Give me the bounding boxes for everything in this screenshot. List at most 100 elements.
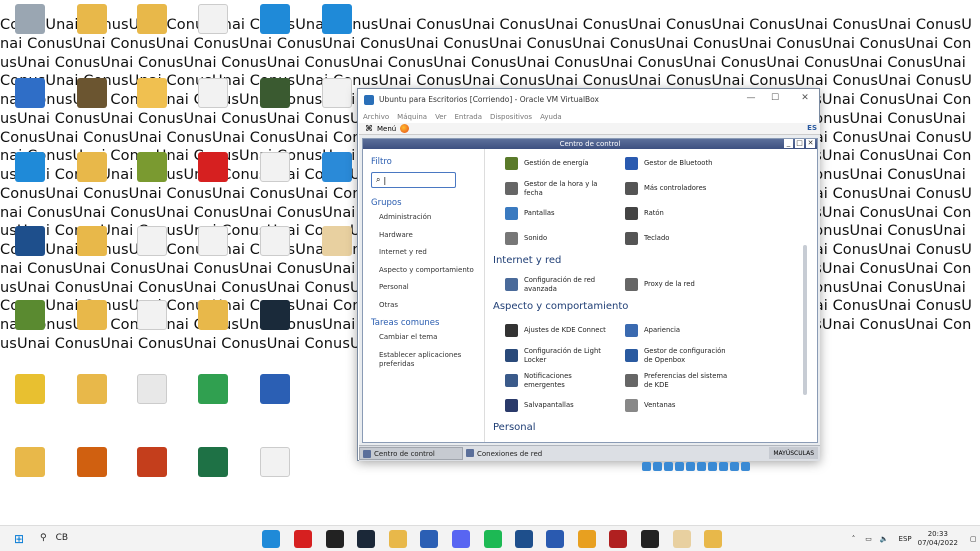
window-titlebar[interactable]: Ubuntu para Escritorios [Corriendo] - Or… [358, 89, 819, 110]
virtualbox-icon[interactable] [515, 530, 533, 548]
control-center-window[interactable]: Centro de control _ □ ✕ Filtro ⌕ | Grupo… [362, 138, 818, 443]
hardware-item[interactable]: Gestor de Bluetooth [625, 151, 745, 176]
desktop-shortcut[interactable] [245, 4, 305, 56]
desktop-shortcut[interactable] [245, 374, 305, 426]
desktop-shortcut[interactable] [122, 152, 182, 204]
display-status-icon[interactable] [708, 461, 717, 471]
group-otras[interactable]: Otras [379, 301, 476, 310]
internet-item[interactable]: Proxy de la red [625, 272, 745, 297]
desktop-shortcut[interactable] [62, 4, 122, 56]
firefox-icon[interactable] [400, 124, 410, 133]
group-internet[interactable]: Internet y red [379, 248, 476, 257]
desktop-shortcut[interactable] [245, 152, 305, 204]
desktop-shortcut[interactable] [62, 152, 122, 204]
taskbar-search[interactable]: ⚲ CB [40, 533, 68, 543]
desktop-shortcut[interactable] [122, 300, 182, 352]
minimize-button[interactable]: — [740, 93, 762, 103]
guest-screen[interactable]: ⌘ Menú ES Centro de control _ □ ✕ Filtro… [359, 123, 820, 461]
hardware-item[interactable]: Ratón [625, 201, 745, 226]
group-administracion[interactable]: Administración [379, 213, 476, 222]
menu-dispositivos[interactable]: Dispositivos [490, 113, 532, 121]
desktop-shortcut[interactable] [183, 374, 243, 426]
desktop-shortcut[interactable] [62, 300, 122, 352]
content-scrollbar[interactable] [803, 245, 807, 395]
desktop-shortcut[interactable] [0, 4, 60, 56]
guest-task-network[interactable]: Conexiones de red [463, 447, 608, 460]
desktop-shortcut[interactable] [183, 447, 243, 499]
desktop-shortcut[interactable] [183, 226, 243, 278]
word-icon[interactable] [420, 530, 438, 548]
task-change-theme[interactable]: Cambiar el tema [379, 333, 476, 342]
camera-icon[interactable] [546, 530, 564, 548]
close-button[interactable]: ✕ [794, 93, 816, 103]
volume-icon[interactable]: 🔈 [880, 535, 889, 543]
desktop-shortcut[interactable] [0, 78, 60, 130]
optical-status-icon[interactable] [653, 461, 662, 471]
aspect-item[interactable]: Apariencia [625, 318, 745, 343]
menu-icon[interactable]: ⌘ [365, 124, 373, 133]
desktop-shortcut[interactable] [0, 447, 60, 499]
hardware-item[interactable]: Más controladores [625, 176, 745, 201]
notification-icon[interactable]: ▢ [970, 535, 980, 543]
virtualbox-window[interactable]: Ubuntu para Escritorios [Corriendo] - Or… [357, 88, 820, 461]
menu-ver[interactable]: Ver [435, 113, 446, 121]
folder-icon[interactable] [389, 530, 407, 548]
desktop-shortcut[interactable] [307, 4, 367, 56]
cc-close-button[interactable]: ✕ [806, 139, 815, 148]
chevron-up-icon[interactable]: ˄ [852, 535, 856, 543]
hardware-item[interactable]: Teclado [625, 226, 745, 251]
group-aspecto[interactable]: Aspecto y comportamiento [379, 266, 476, 275]
hardware-item[interactable]: Pantallas [505, 201, 625, 226]
language-indicator[interactable]: ESP [899, 535, 912, 543]
steam-icon[interactable] [357, 530, 375, 548]
usb-status-icon[interactable] [686, 461, 695, 471]
desktop-shortcut[interactable] [122, 4, 182, 56]
task-preferred-apps[interactable]: Establecer aplicaciones preferidas [379, 351, 469, 369]
aspect-item[interactable]: Notificaciones emergentes [505, 368, 625, 393]
chrome-icon[interactable] [578, 530, 596, 548]
game-icon[interactable] [673, 530, 691, 548]
menu-archivo[interactable]: Archivo [363, 113, 389, 121]
aspect-item[interactable]: Gestor de configuración de Openbox [625, 343, 745, 368]
host-key-icon[interactable] [741, 461, 750, 471]
desktop-shortcut[interactable] [245, 226, 305, 278]
windows-start-icon[interactable]: ⊞ [10, 530, 28, 548]
desktop-shortcut[interactable] [183, 300, 243, 352]
menu-maquina[interactable]: Máquina [397, 113, 427, 121]
desktop-shortcut[interactable] [0, 300, 60, 352]
desktop-shortcut[interactable] [122, 226, 182, 278]
epic-icon[interactable] [641, 530, 659, 548]
audio-status-icon[interactable] [664, 461, 673, 471]
hardware-item[interactable]: Gestión de energía [505, 151, 625, 176]
menu-ayuda[interactable]: Ayuda [540, 113, 562, 121]
menu-entrada[interactable]: Entrada [455, 113, 483, 121]
maximize-button[interactable]: ☐ [764, 93, 786, 103]
desktop-shortcut[interactable] [62, 447, 122, 499]
unity-icon[interactable] [326, 530, 344, 548]
guest-menu-button[interactable]: Menú [377, 125, 396, 133]
taskbar-clock[interactable]: 20:33 07/04/2022 [918, 530, 958, 548]
aspect-item[interactable]: Salvapantallas [505, 393, 625, 418]
aspect-item[interactable]: Ajustes de KDE Connect [505, 318, 625, 343]
group-hardware[interactable]: Hardware [379, 231, 476, 240]
network-status-icon[interactable] [675, 461, 684, 471]
desktop-shortcut[interactable] [0, 226, 60, 278]
desktop-shortcut[interactable] [183, 4, 243, 56]
keyboard-layout-indicator[interactable]: ES [807, 124, 817, 132]
guest-task-control-center[interactable]: Centro de control [359, 447, 463, 460]
aspect-item[interactable]: Preferencias del sistema de KDE [625, 368, 745, 393]
app-icon[interactable] [609, 530, 627, 548]
aspect-item[interactable]: Configuración de Light Locker [505, 343, 625, 368]
cc-minimize-button[interactable]: _ [784, 139, 793, 148]
hardware-item[interactable]: Gestor de la hora y la fecha [505, 176, 625, 201]
desktop-shortcut[interactable] [122, 78, 182, 130]
recording-status-icon[interactable] [719, 461, 728, 471]
app-icon[interactable] [704, 530, 722, 548]
cc-maximize-button[interactable]: □ [795, 139, 804, 148]
desktop-shortcut[interactable] [62, 226, 122, 278]
desktop-shortcut[interactable] [245, 78, 305, 130]
aspect-item[interactable]: Ventanas [625, 393, 745, 418]
desktop-shortcut[interactable] [0, 374, 60, 426]
internet-item[interactable]: Configuración de red avanzada [505, 272, 625, 297]
control-center-titlebar[interactable]: Centro de control _ □ ✕ [363, 139, 817, 149]
